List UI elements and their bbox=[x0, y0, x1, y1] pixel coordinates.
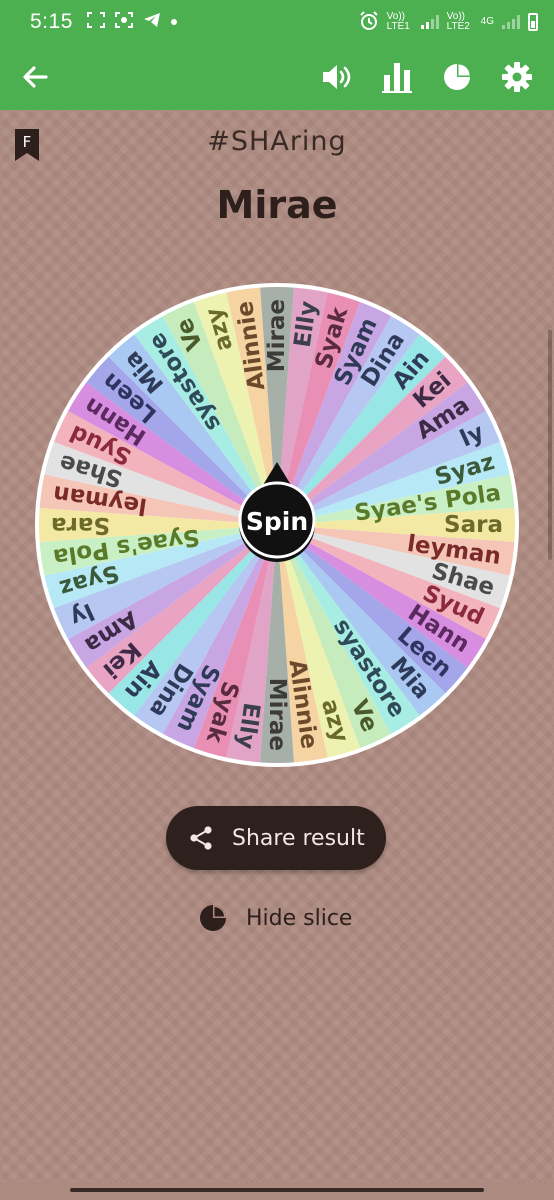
screen-record-icon bbox=[114, 12, 133, 32]
hide-slice-label: Hide slice bbox=[246, 905, 353, 931]
wheel-slice-label: Mirae bbox=[264, 299, 290, 372]
wheel-slice-label: Mirae bbox=[264, 678, 290, 751]
notification-dot-icon bbox=[170, 19, 177, 25]
arrow-back-icon[interactable] bbox=[20, 62, 50, 92]
volume-icon[interactable] bbox=[320, 60, 354, 94]
telegram-icon bbox=[143, 12, 161, 32]
gear-icon[interactable] bbox=[500, 60, 534, 94]
scrollbar[interactable] bbox=[548, 330, 552, 560]
wheel-svg: Mirae EllySyakSyamDinaAinKeiAmalySyazSyae… bbox=[35, 283, 519, 767]
sim2-signal-icon bbox=[502, 15, 520, 29]
spin-result: Mirae bbox=[216, 183, 338, 227]
wheel-slice-label: Sara bbox=[51, 512, 110, 538]
app-bar bbox=[0, 44, 554, 110]
sim1-label: Vo)) LTE1 bbox=[386, 11, 410, 32]
sim1-signal-icon bbox=[420, 15, 439, 29]
status-time: 5:15 bbox=[30, 10, 73, 33]
screenshot-icon bbox=[86, 12, 105, 32]
wheel[interactable]: Mirae Elly Syak Syam Dina Ain Kei Ama ly Syaz Syae… bbox=[32, 280, 522, 770]
sim2-label: Vo)) LTE2 bbox=[446, 11, 470, 32]
pie-chart-icon bbox=[198, 903, 228, 933]
network-label: 4G bbox=[480, 16, 494, 27]
share-result-label: Share result bbox=[232, 825, 365, 851]
share-icon bbox=[188, 825, 214, 851]
pie-chart-icon[interactable] bbox=[440, 60, 474, 94]
wheel-slice-label: Sara bbox=[444, 512, 503, 538]
spin-label: Spin bbox=[246, 507, 308, 536]
share-result-button[interactable]: Share result bbox=[166, 806, 386, 870]
hide-slice-button[interactable]: Hide slice bbox=[198, 900, 352, 936]
bar-chart-icon[interactable] bbox=[380, 60, 414, 94]
alarm-icon bbox=[359, 10, 379, 34]
status-bar: 5:15 Vo)) LTE1 Vo)) LTE2 4G bbox=[0, 0, 554, 44]
wheel-title: #SHAring bbox=[207, 126, 347, 157]
gesture-bar bbox=[0, 1182, 554, 1200]
battery-icon bbox=[528, 13, 538, 31]
